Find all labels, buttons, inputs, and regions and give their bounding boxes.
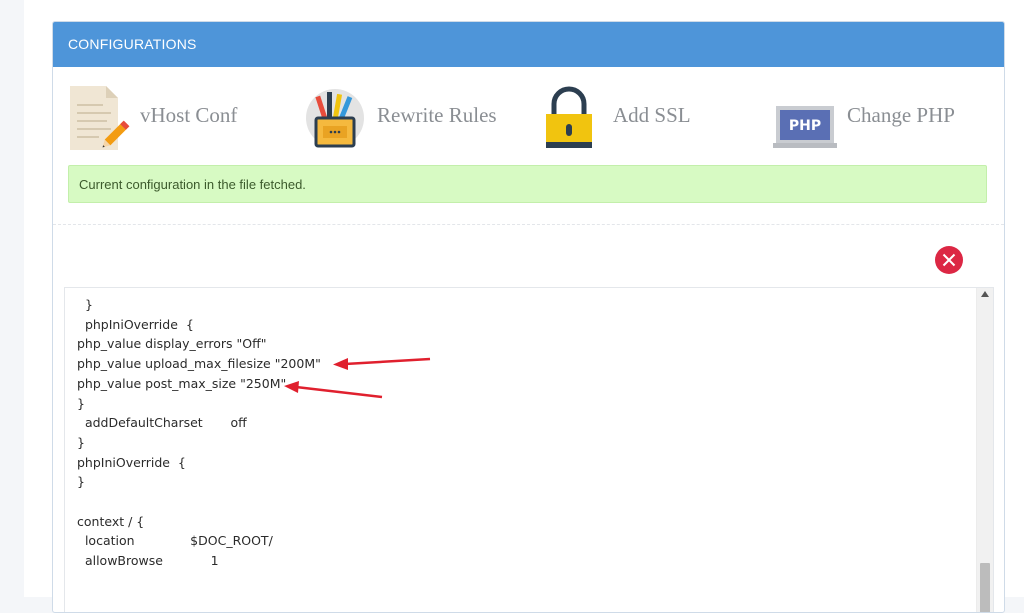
close-button[interactable] xyxy=(935,246,963,274)
scroll-thumb[interactable] xyxy=(980,563,990,612)
change-php-button[interactable]: PHP Change PHP xyxy=(773,78,955,158)
configurations-panel: CONFIGURATIONS vHost Conf Rewrite Rules … xyxy=(52,21,1005,613)
document-pencil-icon xyxy=(68,84,132,152)
add-ssl-button[interactable]: Add SSL xyxy=(541,78,691,158)
php-laptop-icon: PHP xyxy=(773,84,839,152)
editor-scrollbar[interactable] xyxy=(976,288,993,612)
php-badge-text: PHP xyxy=(789,118,821,134)
success-alert: Current configuration in the file fetche… xyxy=(68,165,987,203)
panel-title: CONFIGURATIONS xyxy=(53,22,1004,67)
add-ssl-label: Add SSL xyxy=(613,102,691,127)
scroll-up-arrow-icon[interactable] xyxy=(981,291,989,297)
vhost-conf-label: vHost Conf xyxy=(140,102,238,127)
action-bar: vHost Conf Rewrite Rules Add SSL PHP Cha… xyxy=(53,78,1004,158)
config-code[interactable]: } phpIniOverride { php_value display_err… xyxy=(65,288,993,578)
change-php-label: Change PHP xyxy=(847,102,955,127)
pencil-cup-icon xyxy=(305,84,369,152)
config-editor[interactable]: } phpIniOverride { php_value display_err… xyxy=(64,287,994,612)
close-icon xyxy=(942,253,956,267)
rewrite-rules-label: Rewrite Rules xyxy=(377,102,497,127)
padlock-icon xyxy=(541,84,605,152)
vhost-conf-button[interactable]: vHost Conf xyxy=(68,78,237,158)
section-divider xyxy=(53,224,1004,225)
rewrite-rules-button[interactable]: Rewrite Rules xyxy=(305,78,497,158)
